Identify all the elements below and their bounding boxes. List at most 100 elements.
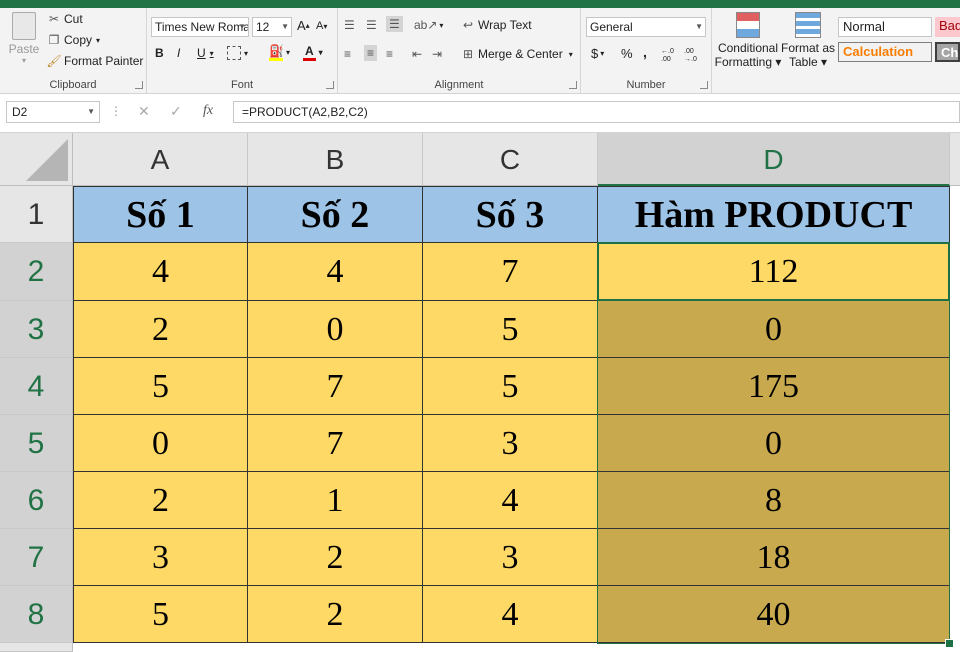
cancel-icon[interactable]: ✕	[138, 103, 150, 120]
bottom-align-button[interactable]: ☰	[386, 16, 403, 32]
cell-d1[interactable]: Hàm PRODUCT	[598, 186, 950, 243]
name-box[interactable]: D2 ▼	[6, 101, 100, 123]
bold-button[interactable]: B	[155, 46, 164, 60]
cell-a3[interactable]: 2	[73, 301, 248, 358]
row-header-8[interactable]: 8	[0, 586, 73, 643]
row-header-1[interactable]: 1	[0, 186, 73, 243]
cell-b7[interactable]: 2	[248, 529, 423, 586]
paste-button[interactable]: Paste ▾	[6, 12, 42, 65]
cell-a7[interactable]: 3	[73, 529, 248, 586]
copy-button[interactable]: ❐ Copy ▾	[46, 33, 100, 47]
number-format-combo[interactable]: General ▼	[586, 17, 706, 37]
insert-function-icon[interactable]: fx	[203, 103, 213, 119]
cell-c3[interactable]: 5	[423, 301, 598, 358]
row-header-4[interactable]: 4	[0, 358, 73, 415]
align-right-button[interactable]: ≡	[386, 47, 393, 61]
select-all-button[interactable]	[0, 133, 73, 186]
cut-button[interactable]: ✂ Cut	[46, 12, 83, 26]
underline-button[interactable]: U ▾	[197, 46, 214, 60]
italic-button[interactable]: I	[177, 46, 180, 60]
format-as-table-button[interactable]: Format as Table ▾	[781, 12, 835, 69]
cell-b8[interactable]: 2	[248, 586, 423, 643]
font-size-combo[interactable]: 12 ▼	[252, 17, 292, 37]
number-launcher-icon[interactable]	[700, 81, 708, 89]
increase-decimal-button[interactable]: ←.0 .00	[661, 48, 681, 64]
cell-c5[interactable]: 3	[423, 415, 598, 472]
top-align-button[interactable]: ☰	[344, 18, 357, 32]
column-header-c[interactable]: C	[423, 133, 598, 186]
fill-handle[interactable]	[945, 639, 954, 648]
comma-button[interactable]: ,	[643, 44, 647, 60]
orientation-button[interactable]: ab↗ ▾	[414, 18, 443, 32]
cell-c2[interactable]: 7	[423, 243, 598, 301]
cell-b4[interactable]: 7	[248, 358, 423, 415]
chevron-down-icon[interactable]: ▼	[87, 102, 95, 122]
percent-button[interactable]: %	[621, 46, 633, 61]
row-header-6[interactable]: 6	[0, 472, 73, 529]
worksheet-grid[interactable]: A B C D 1 2 3 4 5 6 7 8 Số 1 Số 2 Số 3 H…	[0, 133, 960, 652]
column-header-b[interactable]: B	[248, 133, 423, 186]
check-icon[interactable]: ✓	[170, 103, 182, 120]
paintbrush-icon: 🖌	[46, 54, 62, 68]
row-header-3[interactable]: 3	[0, 301, 73, 358]
cell-c4[interactable]: 5	[423, 358, 598, 415]
font-launcher-icon[interactable]	[326, 81, 334, 89]
cell-d7[interactable]: 18	[598, 529, 950, 586]
cell-d8[interactable]: 40	[598, 586, 950, 643]
clipboard-launcher-icon[interactable]	[135, 81, 143, 89]
row-header-9[interactable]	[0, 643, 73, 652]
borders-button[interactable]: ▾	[227, 46, 248, 60]
row-header-5[interactable]: 5	[0, 415, 73, 472]
merge-dropdown-icon[interactable]: ▾	[569, 50, 573, 59]
column-header-d[interactable]: D	[598, 133, 950, 186]
cell-d3[interactable]: 0	[598, 301, 950, 358]
cell-a4[interactable]: 5	[73, 358, 248, 415]
row-header-2[interactable]: 2	[0, 243, 73, 301]
font-name-combo[interactable]: Times New Roma ▼	[151, 17, 249, 37]
cell-a5[interactable]: 0	[73, 415, 248, 472]
formula-input[interactable]: =PRODUCT(A2,B2,C2)	[233, 101, 960, 123]
cell-b3[interactable]: 0	[248, 301, 423, 358]
alignment-launcher-icon[interactable]	[569, 81, 577, 89]
cell-c1[interactable]: Số 3	[423, 186, 598, 243]
cell-d6[interactable]: 8	[598, 472, 950, 529]
cell-a1[interactable]: Số 1	[73, 186, 248, 243]
middle-align-button[interactable]: ☰	[366, 18, 377, 32]
decrease-decimal-button[interactable]: .00 →.0	[684, 48, 704, 64]
cell-a8[interactable]: 5	[73, 586, 248, 643]
cell-c8[interactable]: 4	[423, 586, 598, 643]
paste-dropdown-icon[interactable]: ▾	[22, 56, 26, 65]
shrink-font-button[interactable]: A ▾	[316, 20, 327, 32]
cell-b5[interactable]: 7	[248, 415, 423, 472]
cell-c6[interactable]: 4	[423, 472, 598, 529]
style-bad[interactable]: Bad	[935, 17, 960, 37]
style-check[interactable]: Che	[935, 42, 960, 62]
cell-d2[interactable]: 112	[598, 243, 950, 301]
format-painter-button[interactable]: 🖌 Format Painter	[46, 54, 143, 68]
merge-center-button[interactable]: ⊞ Merge & Center ▾	[460, 47, 573, 61]
cell-b6[interactable]: 1	[248, 472, 423, 529]
align-left-button[interactable]: ≡	[344, 47, 351, 61]
cell-d4[interactable]: 175	[598, 358, 950, 415]
cell-b2[interactable]: 4	[248, 243, 423, 301]
wrap-text-button[interactable]: ↩ Wrap Text	[460, 18, 532, 32]
column-header-a[interactable]: A	[73, 133, 248, 186]
cell-c7[interactable]: 3	[423, 529, 598, 586]
row-header-7[interactable]: 7	[0, 529, 73, 586]
cell-b1[interactable]: Số 2	[248, 186, 423, 243]
conditional-formatting-button[interactable]: Conditional Formatting ▾	[715, 12, 781, 69]
center-button[interactable]: ≡	[364, 45, 378, 61]
decrease-indent-button[interactable]: ⇤	[412, 47, 422, 61]
style-normal[interactable]: Normal	[838, 17, 932, 37]
style-calculation[interactable]: Calculation	[838, 42, 932, 62]
grow-font-button[interactable]: A ▴	[297, 18, 310, 33]
cell-a2[interactable]: 4	[73, 243, 248, 301]
fill-color-button[interactable]: ⛽ ▾	[269, 44, 290, 61]
font-color-button[interactable]: A ▾	[303, 44, 323, 61]
cell-a6[interactable]: 2	[73, 472, 248, 529]
copy-dropdown-icon[interactable]: ▾	[96, 36, 100, 45]
column-header-e[interactable]	[950, 133, 960, 186]
increase-indent-button[interactable]: ⇥	[432, 47, 442, 61]
cell-d5[interactable]: 0	[598, 415, 950, 472]
currency-button[interactable]: $ ▾	[591, 46, 604, 61]
